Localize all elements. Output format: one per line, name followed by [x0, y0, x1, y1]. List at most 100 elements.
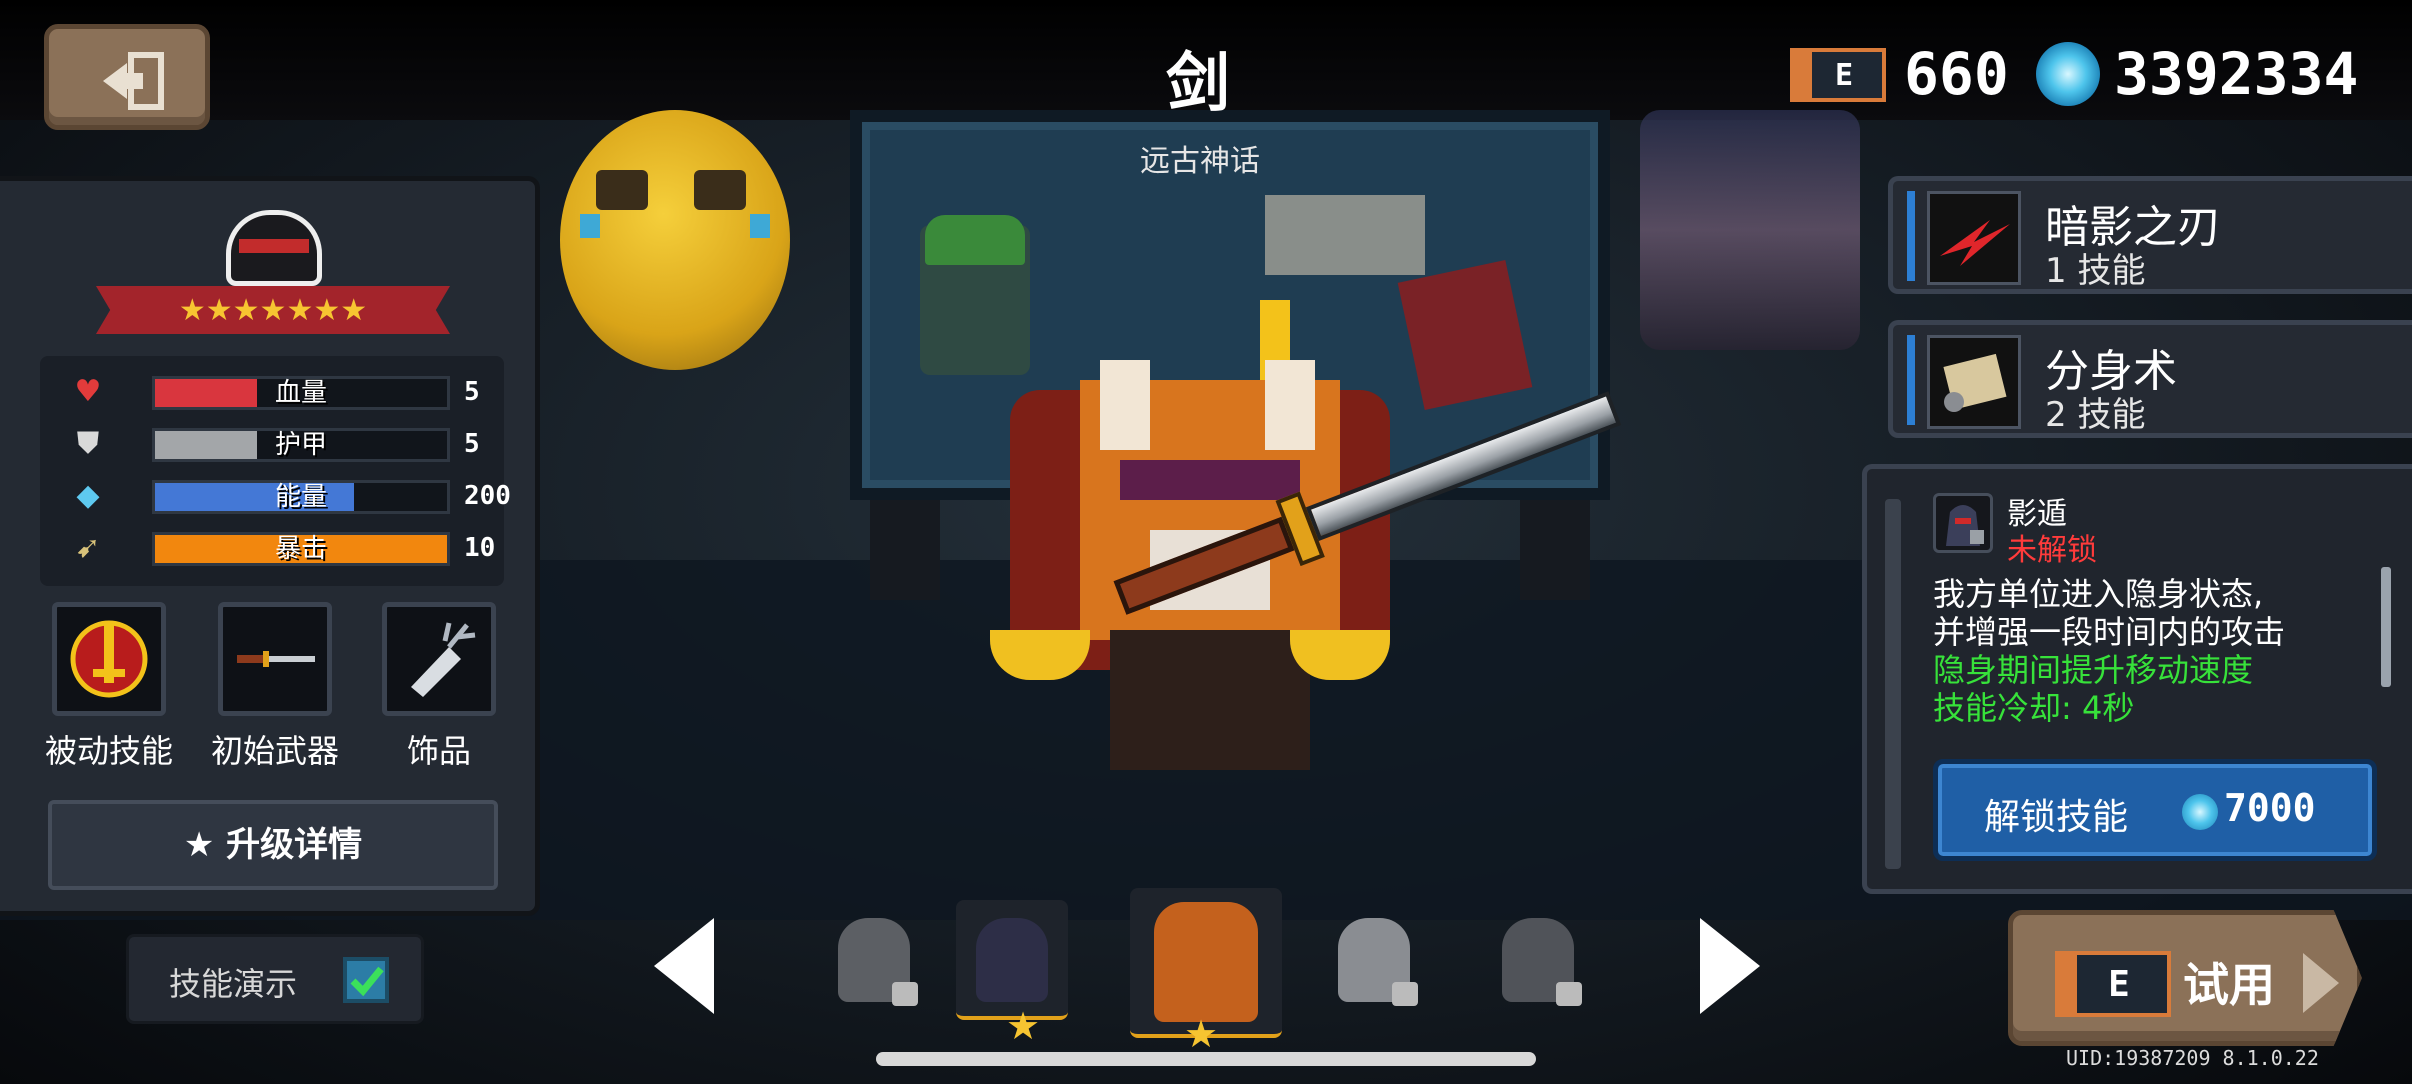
lock-icon [892, 982, 918, 1006]
skill-demo-label: 技能演示 [169, 965, 298, 1003]
hero-skin-slot[interactable] [956, 900, 1068, 1020]
moon-eye [596, 170, 648, 210]
katana-weapon-icon [237, 651, 315, 667]
stat-label: 血量 [274, 378, 327, 408]
stat-value: 10 [464, 533, 496, 563]
stats-box: ♥ 血量 5 ⛊ 护甲 5 ◆ 能量 200 ➹ 暴击 10 [40, 356, 511, 586]
stat-value: 200 [464, 481, 511, 511]
trial-label: 试用 [2183, 958, 2275, 1012]
stat-label: 能量 [274, 482, 327, 512]
plant-leaves [925, 215, 1025, 265]
hero-ear [1100, 360, 1150, 450]
skill-detail-panel: 影遁 未解锁 我方单位进入隐身状态, 并增强一段时间内的攻击 隐身期间提升移动速… [1862, 464, 2412, 894]
hero-skin-slot[interactable] [1482, 900, 1594, 1020]
hero-claw [990, 630, 1090, 680]
hooded-figure-icon [1946, 505, 1984, 546]
hero-name: 剑 [1166, 47, 1234, 121]
hero-rarity-tag: 远古神话 [1140, 144, 1260, 179]
energy-crystal-icon: ◆ [76, 478, 100, 513]
stat-value: 5 [464, 377, 480, 407]
shield-icon: ⛊ [76, 426, 100, 461]
exit-button[interactable] [44, 24, 210, 130]
shadow-blade-icon [1927, 191, 2021, 285]
lock-icon [1392, 982, 1418, 1006]
checkmark-icon [350, 966, 384, 997]
passive-skill-slot[interactable] [52, 602, 166, 716]
lock-icon [1556, 982, 1582, 1006]
paper-sheet [1265, 195, 1425, 275]
slot-label: 被动技能 [44, 732, 173, 770]
skill-demo-checkbox[interactable] [343, 957, 389, 1003]
stat-row-health: ♥ 血量 5 [70, 374, 510, 410]
home-indicator[interactable] [876, 1052, 1536, 1066]
skill-description-line: 技能冷却: 4秒 [1933, 689, 2135, 727]
ecard-icon: E [1790, 48, 1886, 102]
background-npc [1640, 110, 1860, 350]
hero-mask [1120, 460, 1300, 500]
uid-version-text: UID:19387209 8.1.0.22 [2066, 1046, 2319, 1070]
passive-skill-icon [70, 620, 148, 698]
table-leg [1520, 500, 1590, 600]
trial-button[interactable]: E 试用 [2008, 910, 2362, 1046]
gem-count: 3392334 [2114, 40, 2359, 108]
selected-hero-sprite [1154, 902, 1258, 1022]
hero-ear [1265, 360, 1315, 450]
heart-icon: ♥ [74, 374, 102, 409]
slot-label: 初始武器 [210, 732, 339, 770]
skill-number: 2 技能 [2045, 395, 2146, 435]
unlock-cost: 7000 [2224, 786, 2316, 830]
ecard-letter: E [1834, 57, 1854, 93]
exit-icon [103, 52, 164, 110]
crit-blade-icon: ➹ [75, 530, 101, 565]
moon-eye [694, 170, 746, 210]
star-icon: ★ [1006, 1004, 1041, 1048]
stat-row-crit: ➹ 暴击 10 [70, 530, 510, 566]
skill-lock-status: 未解锁 [2007, 533, 2097, 568]
stat-label: 护甲 [274, 430, 327, 460]
stat-bar: 能量 [152, 480, 450, 514]
moon-tear [750, 214, 770, 238]
ecard-stripe [2059, 955, 2077, 1013]
stealth-skill-icon [1933, 493, 1993, 553]
hero-body [1110, 630, 1310, 770]
hero-skin-sprite [976, 918, 1048, 1002]
skill-demo-toggle[interactable]: 技能演示 [126, 934, 424, 1024]
accessory-slot[interactable] [382, 602, 496, 716]
star-rating-banner: ★★★★★★★ [96, 286, 450, 334]
table-leg [870, 500, 940, 600]
upgrade-details-button[interactable]: ★ 升级详情 [48, 800, 498, 890]
crying-moon-npc [560, 110, 790, 370]
panel-scroll-rail [1885, 499, 1901, 869]
stat-label: 暴击 [274, 534, 327, 564]
stat-bar: 暴击 [152, 532, 450, 566]
stat-row-armor: ⛊ 护甲 5 [70, 426, 510, 462]
clone-scroll-icon [1927, 335, 2021, 429]
hero-skin-slot[interactable] [818, 900, 930, 1020]
skill-card-2[interactable]: 分身术 2 技能 [1888, 320, 2412, 438]
star-icon: ★ [1184, 1012, 1219, 1056]
gem-icon [2182, 794, 2218, 830]
skill-number: 1 技能 [2045, 251, 2146, 291]
skill-accent [1907, 191, 1915, 281]
stat-value: 5 [464, 429, 480, 459]
gem-icon [2036, 42, 2100, 106]
skill-card-1[interactable]: 暗影之刃 1 技能 [1888, 176, 2412, 294]
unlock-skill-button[interactable]: 解锁技能 7000 [1933, 759, 2377, 861]
play-arrow-icon [2303, 953, 2339, 1013]
hero-skin-slot[interactable] [1318, 900, 1430, 1020]
scroll-icon [1943, 353, 2007, 412]
skill-accent [1907, 335, 1915, 425]
description-scrollbar[interactable] [2381, 567, 2391, 687]
ecard-stripe [1794, 52, 1812, 98]
moon-tear [580, 214, 600, 238]
stat-bar: 护甲 [152, 428, 450, 462]
red-slash-icon [1940, 220, 2010, 266]
star-rating: ★★★★★★★ [178, 292, 368, 328]
accessory-icon [411, 622, 476, 697]
slot-label: 饰品 [406, 732, 471, 770]
stat-row-energy: ◆ 能量 200 [70, 478, 511, 514]
ecard-letter: E [2108, 963, 2130, 1005]
ecard-count: 660 [1904, 40, 2009, 108]
stat-bar: 血量 [152, 376, 450, 410]
starting-weapon-slot[interactable] [218, 602, 332, 716]
